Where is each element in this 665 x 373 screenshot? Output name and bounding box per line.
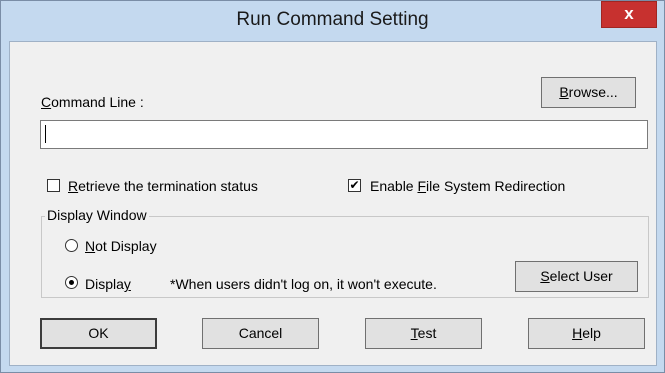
mnemonic-f: F xyxy=(417,178,427,194)
help-button[interactable]: Help xyxy=(528,318,645,349)
mnemonic-s: S xyxy=(540,268,550,284)
cancel-button[interactable]: Cancel xyxy=(202,318,319,349)
mnemonic-h: H xyxy=(572,325,583,341)
radio-selected-dot xyxy=(69,280,74,285)
browse-button[interactable]: Browse... xyxy=(541,77,636,108)
retrieve-status-label[interactable]: Retrieve the termination status xyxy=(68,178,258,194)
retrieve-status-text: etrieve the termination status xyxy=(78,178,258,194)
test-button[interactable]: Test xyxy=(365,318,482,349)
display-window-group-title: Display Window xyxy=(45,207,149,223)
display-label[interactable]: Display xyxy=(85,276,131,292)
run-command-setting-dialog: Run Command Setting x Command Line : Bro… xyxy=(0,0,665,373)
display-radio[interactable] xyxy=(65,276,78,289)
mnemonic-r: R xyxy=(68,178,79,194)
text-caret xyxy=(45,125,46,143)
display-text-pre: Displa xyxy=(85,276,124,292)
dialog-body: Command Line : Browse... Retrieve the te… xyxy=(9,41,657,366)
close-button[interactable]: x xyxy=(601,1,657,28)
file-system-redirection-checkbox[interactable]: ✔ xyxy=(348,179,361,192)
browse-button-label: rowse... xyxy=(568,84,618,100)
mnemonic-b: B xyxy=(559,84,569,100)
command-line-label: Command Line : xyxy=(41,94,144,110)
redirect-text-rest: ile System Redirection xyxy=(426,178,566,194)
not-display-radio[interactable] xyxy=(65,239,78,252)
not-display-label[interactable]: Not Display xyxy=(85,238,157,254)
retrieve-status-checkbox[interactable] xyxy=(47,179,60,192)
mnemonic-n: N xyxy=(85,238,96,254)
logon-note: *When users didn't log on, it won't exec… xyxy=(170,276,437,292)
command-line-input[interactable] xyxy=(40,120,648,149)
command-line-label-text: ommand Line : xyxy=(51,94,144,110)
close-icon: x xyxy=(624,4,634,23)
title-bar[interactable]: Run Command Setting x xyxy=(1,1,664,39)
redirect-text-pre: Enable xyxy=(370,178,418,194)
select-user-button[interactable]: Select User xyxy=(515,261,638,292)
select-user-label: elect User xyxy=(549,268,613,284)
mnemonic-c: C xyxy=(41,94,52,110)
test-button-label: est xyxy=(417,325,437,341)
not-display-text: ot Display xyxy=(95,238,157,254)
mnemonic-y: y xyxy=(123,276,131,292)
ok-button[interactable]: OK xyxy=(40,318,157,349)
dialog-title: Run Command Setting xyxy=(236,9,429,30)
mnemonic-t: T xyxy=(410,325,418,341)
help-button-label: elp xyxy=(582,325,601,341)
checkmark-icon: ✔ xyxy=(349,178,360,192)
file-system-redirection-label[interactable]: Enable File System Redirection xyxy=(370,178,565,194)
